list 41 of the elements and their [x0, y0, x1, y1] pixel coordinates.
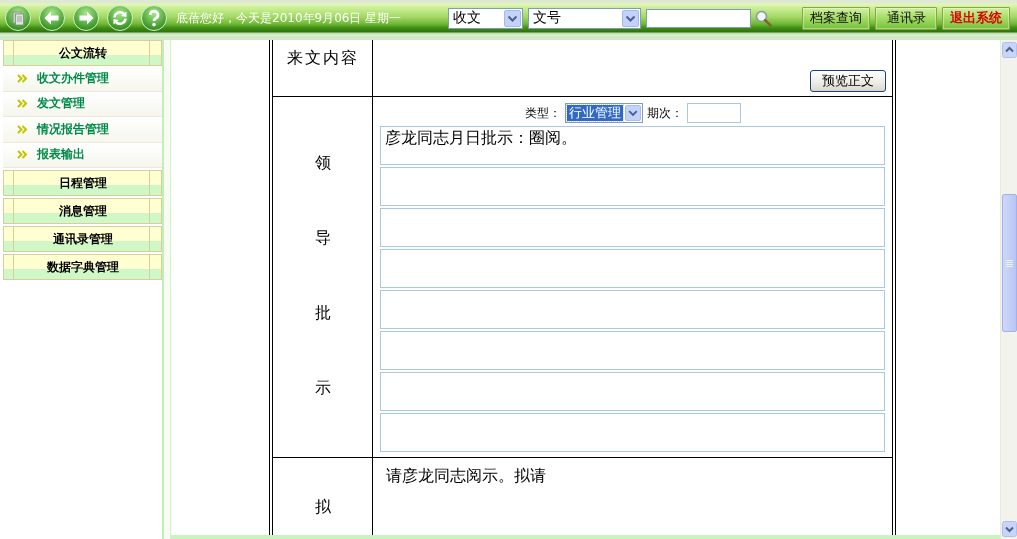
period-label: 期次： [646, 104, 683, 122]
sidebar-section-header[interactable]: 公文流转 [3, 40, 162, 66]
help-icon[interactable] [141, 5, 167, 31]
field-label: 拟 [314, 498, 331, 516]
field-label: 来文内容 [286, 49, 359, 67]
instruction-field[interactable] [380, 249, 885, 288]
instruction-field[interactable] [380, 290, 885, 329]
scroll-thumb[interactable] [1001, 194, 1017, 332]
instruction-field[interactable]: 彦龙同志月日批示：圈阅。 [380, 126, 885, 165]
document-icon[interactable] [5, 5, 31, 31]
search-icon[interactable] [755, 9, 772, 27]
period-field[interactable] [686, 103, 741, 123]
instruction-field[interactable] [380, 413, 885, 452]
sidebar-section-header[interactable]: 数据字典管理 [3, 254, 162, 280]
refresh-icon[interactable] [107, 5, 133, 31]
double-chevron-icon [17, 99, 28, 109]
scroll-down-button[interactable] [1001, 521, 1017, 537]
field-select[interactable]: 文号 [528, 7, 641, 29]
instruction-field[interactable] [380, 331, 885, 370]
sidebar-section-header[interactable]: 通讯录管理 [3, 226, 162, 252]
header-button[interactable]: 通讯录 [875, 6, 937, 30]
double-chevron-icon [17, 73, 28, 83]
instruction-field[interactable] [380, 208, 885, 247]
draft-text: 请彦龙同志阅示。拟请 [386, 466, 546, 485]
sidebar-section-header[interactable]: 日程管理 [3, 170, 162, 196]
scrollbar-track[interactable] [1000, 40, 1017, 539]
preview-button[interactable]: 预览正文 [810, 70, 886, 92]
double-chevron-icon [17, 150, 28, 160]
category-select[interactable]: 收文 [448, 7, 523, 29]
double-chevron-icon [17, 124, 28, 134]
type-select[interactable]: 行业管理 [564, 103, 643, 123]
header-button[interactable]: 档案查询 [802, 6, 870, 30]
greeting-text: 底蓓您好，今天是2010年9月06日 星期一 [176, 9, 402, 27]
type-label: 类型： [524, 104, 561, 122]
scroll-up-button[interactable] [1001, 42, 1017, 58]
instruction-field[interactable] [380, 167, 885, 206]
sidebar-section-header[interactable]: 消息管理 [3, 198, 162, 224]
instruction-field[interactable] [380, 372, 885, 411]
splitter-bar[interactable] [164, 40, 171, 539]
field-label: 领导批示 [314, 152, 331, 399]
search-field[interactable] [646, 8, 751, 28]
